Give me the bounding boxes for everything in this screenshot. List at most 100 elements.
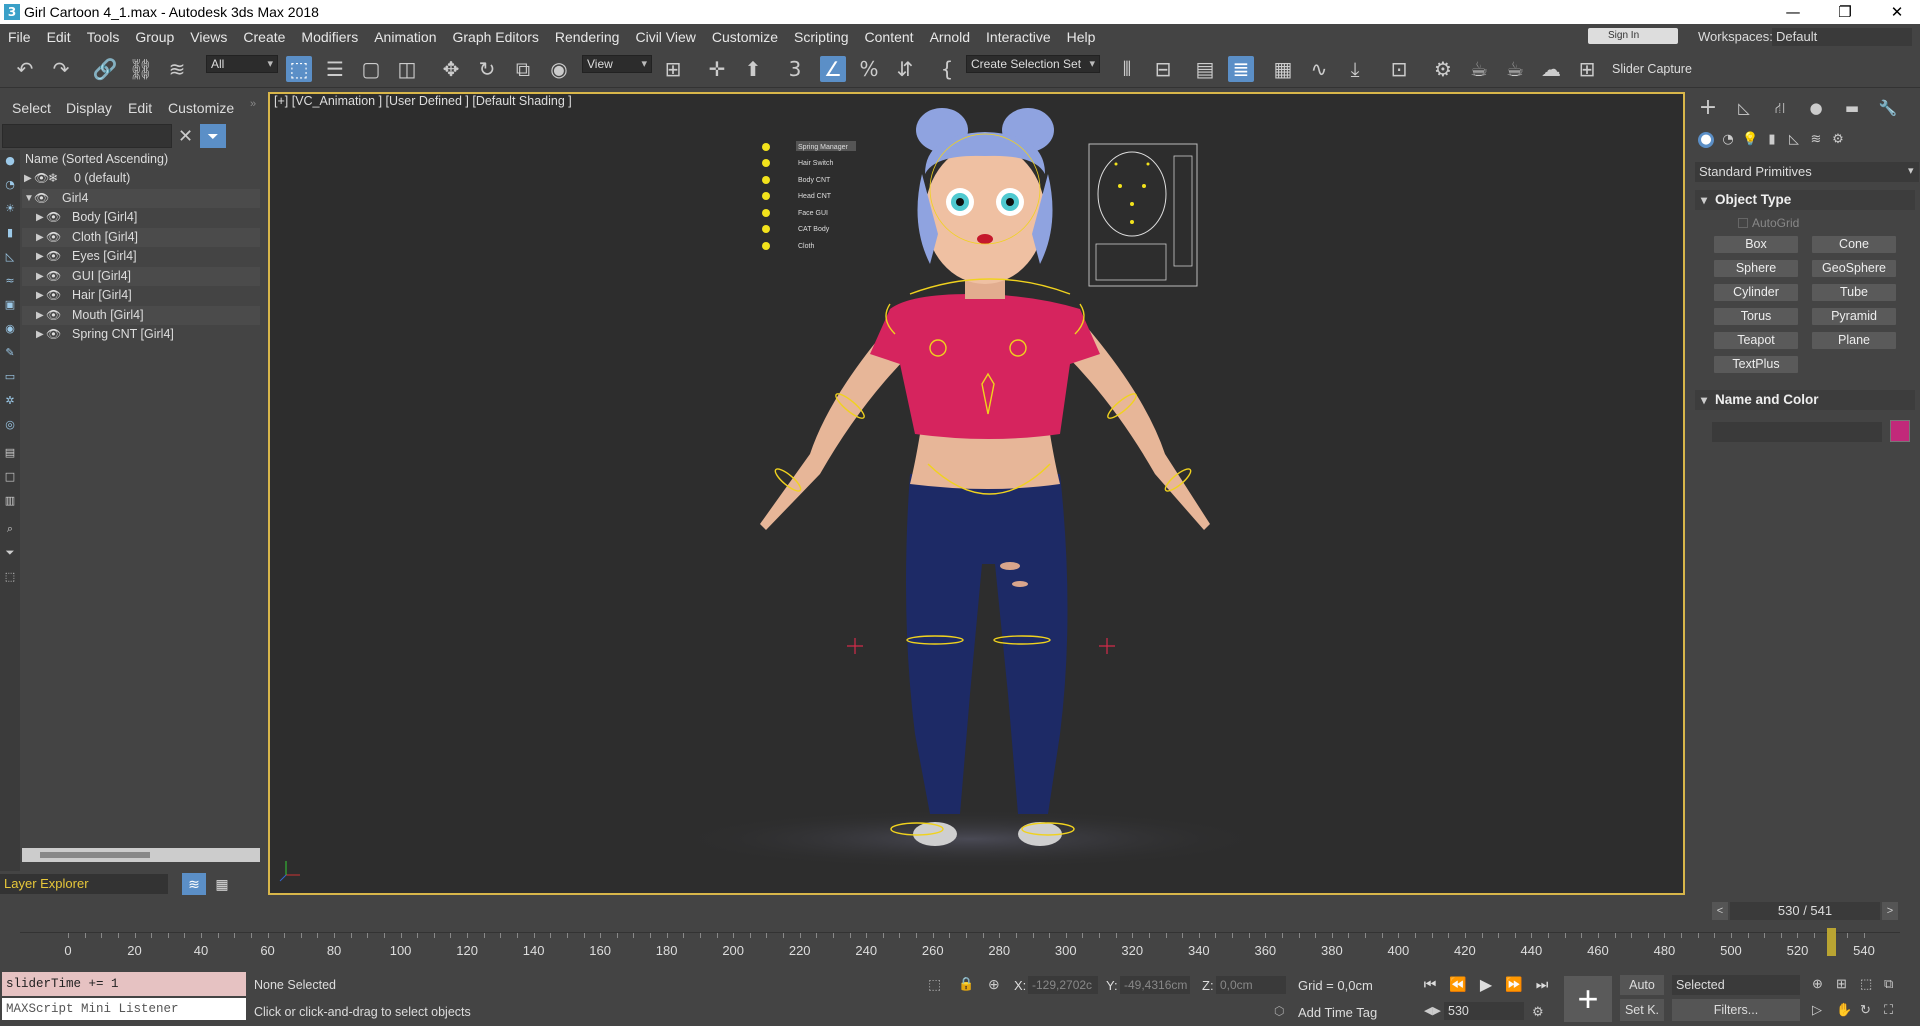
menu-edit[interactable]: Edit	[39, 24, 79, 50]
collapse-arrow-icon[interactable]: ▼	[24, 189, 34, 209]
lock-icon[interactable]: 🔒	[958, 976, 974, 992]
set-key-big-button[interactable]: +	[1564, 976, 1612, 1022]
expand-arrow-icon[interactable]: ▶	[36, 208, 44, 228]
modify-tab-icon[interactable]: ◺	[1734, 98, 1754, 118]
gui-item[interactable]: Spring Manager	[798, 144, 848, 151]
render-in-cloud-icon[interactable]: ☁	[1538, 56, 1564, 82]
menu-help[interactable]: Help	[1059, 24, 1104, 50]
display-spacewarps-icon[interactable]: ≈	[3, 274, 17, 288]
display-xrefs-icon[interactable]: ◉	[3, 322, 17, 336]
edit-named-selection-icon[interactable]: {	[934, 56, 960, 82]
keyboard-shortcut-override-icon[interactable]: ⬆	[740, 56, 766, 82]
bind-space-warp-icon[interactable]: ≋	[164, 56, 190, 82]
create-layer-icon[interactable]: ▦	[210, 873, 234, 895]
display-all-icon[interactable]: ▤	[3, 446, 17, 460]
display-particles-icon[interactable]: ✲	[3, 394, 17, 408]
placement-icon[interactable]: ◉	[546, 56, 572, 82]
scene-tab-edit[interactable]: Edit	[128, 100, 152, 116]
horizontal-scrollbar[interactable]	[22, 848, 260, 862]
orbit-icon[interactable]: ↻	[1860, 1002, 1871, 1018]
selection-filter-dropdown[interactable]: All	[206, 55, 278, 73]
pivot-center-icon[interactable]: ⊞	[660, 56, 686, 82]
shapes-icon[interactable]: ◔	[1720, 132, 1736, 148]
next-key-icon[interactable]: ⏩	[1504, 976, 1524, 994]
menu-create[interactable]: Create	[235, 24, 293, 50]
current-frame-spinner[interactable]: 530	[1444, 1002, 1524, 1020]
field-of-view-icon[interactable]: ▷	[1812, 1002, 1822, 1018]
toggle-layer-explorer-icon[interactable]: ≣	[1228, 56, 1254, 82]
display-lights-icon[interactable]: ☀	[3, 202, 17, 216]
eye-icon[interactable]: 👁	[46, 325, 61, 345]
list-item[interactable]: ▼ 👁 Girl4	[22, 188, 260, 209]
menu-scripting[interactable]: Scripting	[786, 24, 856, 50]
menu-arnold[interactable]: Arnold	[922, 24, 978, 50]
expand-arrow-icon[interactable]: ▶	[36, 286, 44, 306]
systems-icon[interactable]: ⚙	[1830, 132, 1846, 148]
filter-icon[interactable]: ⏷	[200, 124, 226, 148]
schematic-view-icon[interactable]: ⤓	[1342, 56, 1368, 82]
gui-item[interactable]: Face GUI	[798, 210, 828, 217]
y-coordinate-input[interactable]: -49,4316cm	[1120, 976, 1190, 994]
workspace-dropdown[interactable]: Default	[1772, 28, 1912, 46]
render-production-icon[interactable]: ☕	[1502, 56, 1528, 82]
find-icon[interactable]: ⌕	[3, 522, 17, 536]
previous-key-icon[interactable]: ⏪	[1448, 976, 1468, 994]
filter-toggle-icon[interactable]: ⏷	[3, 546, 17, 560]
frame-ruler[interactable]: 0 20 40 60 80 100 120 140 160 180 200 220 240 260 280 3…	[20, 932, 1900, 958]
maxscript-listener[interactable]: MAXScript Mini Listener	[2, 998, 246, 1020]
hierarchy-tab-icon[interactable]: ⛙	[1770, 98, 1790, 118]
go-to-end-icon[interactable]: ⏭	[1532, 976, 1552, 994]
freeze-icon[interactable]: ❄	[48, 169, 58, 189]
maxscript-input[interactable]: sliderTime += 1	[2, 972, 246, 996]
named-selection-set-dropdown[interactable]: Create Selection Set	[966, 55, 1100, 73]
list-item[interactable]: ▶ 👁 Spring CNT [Girl4]	[22, 325, 260, 345]
eye-icon[interactable]: 👁	[46, 228, 61, 248]
zoom-icon[interactable]: ⊕	[1812, 976, 1823, 992]
key-mode-icon[interactable]: ◀▶	[1424, 1004, 1441, 1017]
x-coordinate-input[interactable]: -129,2702c	[1028, 976, 1098, 994]
torus-button[interactable]: Torus	[1714, 308, 1798, 325]
rotate-icon[interactable]: ↻	[474, 56, 500, 82]
panel-collapse-icon[interactable]: »	[250, 98, 256, 110]
tube-button[interactable]: Tube	[1812, 284, 1896, 301]
textplus-button[interactable]: TextPlus	[1714, 356, 1798, 373]
list-item[interactable]: ▶ 👁 GUI [Girl4]	[22, 266, 260, 287]
lights-icon[interactable]: 💡	[1742, 132, 1758, 148]
go-to-start-icon[interactable]: ⏮	[1420, 976, 1440, 994]
gui-item[interactable]: Body CNT	[798, 177, 831, 184]
name-and-color-rollout[interactable]: Name and Color	[1695, 390, 1915, 410]
eye-icon[interactable]: 👁	[34, 189, 49, 209]
menu-interactive[interactable]: Interactive	[978, 24, 1059, 50]
eye-icon[interactable]: 👁	[46, 267, 61, 287]
scene-search-input[interactable]	[2, 124, 172, 148]
unlink-icon[interactable]: ⛓	[128, 56, 154, 82]
display-geometry-icon[interactable]: ●	[3, 154, 17, 168]
pan-icon[interactable]: ✋	[1836, 1002, 1852, 1018]
scene-tab-select[interactable]: Select	[12, 100, 51, 116]
sphere-button[interactable]: Sphere	[1714, 260, 1798, 277]
scrollbar-thumb[interactable]	[40, 852, 150, 858]
expand-arrow-icon[interactable]: ▶	[24, 169, 32, 189]
gui-item[interactable]: CAT Body	[798, 226, 830, 233]
select-object-icon[interactable]: ⬚	[286, 56, 312, 82]
geosphere-button[interactable]: GeoSphere	[1812, 260, 1896, 277]
object-color-swatch[interactable]	[1890, 420, 1910, 442]
add-time-tag[interactable]: Add Time Tag	[1298, 1005, 1377, 1020]
menu-group[interactable]: Group	[127, 24, 182, 50]
list-item[interactable]: ▶ 👁 Body [Girl4]	[22, 208, 260, 228]
list-item[interactable]: ▶ 👁 ❄ 0 (default)	[22, 169, 260, 189]
motion-tab-icon[interactable]: ●	[1806, 98, 1826, 118]
column-header[interactable]: Name (Sorted Ascending)	[22, 150, 260, 169]
sign-in-button[interactable]: Sign In	[1588, 28, 1678, 44]
cameras-icon[interactable]: ▮	[1764, 132, 1780, 148]
link-icon[interactable]: 🔗	[92, 56, 118, 82]
clear-search-icon[interactable]: ✕	[178, 126, 193, 147]
auto-key-button[interactable]: Auto	[1620, 975, 1664, 995]
eye-icon[interactable]: 👁	[46, 208, 61, 228]
gui-item[interactable]: Hair Switch	[798, 160, 834, 167]
invert-display-icon[interactable]: ▥	[3, 494, 17, 508]
minimize-button[interactable]: —	[1770, 0, 1816, 24]
zoom-extents-all-icon[interactable]: ⧉	[1884, 976, 1893, 992]
render-setup-icon[interactable]: ⚙	[1430, 56, 1456, 82]
menu-graph-editors[interactable]: Graph Editors	[444, 24, 546, 50]
